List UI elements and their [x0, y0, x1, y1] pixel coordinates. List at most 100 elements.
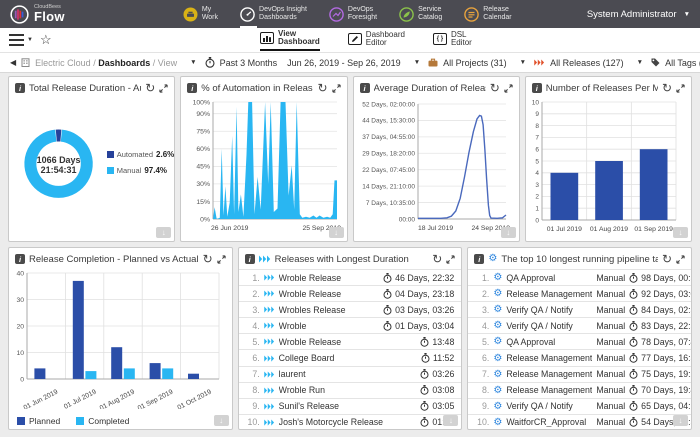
refresh-icon[interactable]: ↻ [662, 253, 672, 265]
info-icon[interactable]: i [15, 83, 25, 93]
item-name[interactable]: Wroble Release [279, 273, 341, 283]
list-item[interactable]: 1.⚙QA ApprovalManual98 Days, 00:59 [468, 269, 691, 285]
tab-dsl-editor[interactable]: { } DSLEditor [433, 31, 472, 50]
user-menu[interactable]: System Administrator ▼ [587, 9, 690, 20]
refresh-icon[interactable]: ↻ [432, 253, 442, 265]
drilldown-arrow-icon[interactable]: ↓ [673, 227, 688, 238]
tab-dashboard-editor[interactable]: DashboardEditor [348, 31, 405, 50]
expand-icon[interactable] [159, 84, 168, 93]
item-name[interactable]: Release Management [506, 369, 592, 379]
chevron-down-icon[interactable]: ▼ [190, 59, 196, 66]
item-name[interactable]: Wroble Release [279, 337, 341, 347]
list-item[interactable]: 10.Josh's Motorcycle Release01:35 [239, 414, 462, 430]
nav-my-work[interactable]: MyWork [183, 6, 218, 22]
refresh-icon[interactable]: ↻ [203, 253, 213, 265]
menu-caret-icon[interactable]: ▼ [27, 37, 33, 43]
list-item[interactable]: 3.Wrobles Release03 Days, 03:26 [239, 301, 462, 317]
projects-filter[interactable]: All Projects (31) [443, 58, 507, 68]
expand-icon[interactable] [332, 84, 341, 93]
breadcrumb-project: Electric Cloud [35, 58, 91, 68]
list-item[interactable]: 6.College Board11:52 [239, 349, 462, 365]
nav-devops-foresight[interactable]: DevOpsForesight [329, 6, 377, 22]
refresh-icon[interactable]: ↻ [662, 82, 672, 94]
time-preset[interactable]: Past 3 Months [220, 58, 278, 68]
refresh-icon[interactable]: ↻ [145, 82, 155, 94]
rank: 4. [475, 321, 489, 331]
item-name[interactable]: QA Approval [506, 337, 592, 347]
collapse-left-icon[interactable]: ◀ [10, 58, 16, 67]
expand-icon[interactable] [676, 84, 685, 93]
refresh-icon[interactable]: ↻ [317, 82, 327, 94]
info-icon[interactable]: i [15, 254, 25, 264]
expand-icon[interactable] [504, 84, 513, 93]
list-item[interactable]: 9.Sunil's Release03:05 [239, 398, 462, 414]
breadcrumb[interactable]: Electric Cloud / Dashboards / View [35, 58, 177, 68]
item-name[interactable]: Wroble Run [279, 385, 325, 395]
date-range[interactable]: Jun 26, 2019 - Sep 26, 2019 [287, 58, 401, 68]
info-icon[interactable]: i [187, 83, 197, 93]
item-name[interactable]: Release Management [506, 353, 592, 363]
drilldown-arrow-icon[interactable]: ↓ [156, 227, 171, 238]
list-item[interactable]: 4.⚙Verify QA / NotifyManual83 Days, 22:5… [468, 317, 691, 333]
item-name[interactable]: Josh's Motorcycle Release [279, 417, 383, 427]
list-item[interactable]: 7.⚙Release ManagementManual75 Days, 19:2… [468, 366, 691, 382]
item-name[interactable]: Sunil's Release [279, 401, 339, 411]
expand-icon[interactable] [217, 255, 226, 264]
list-item[interactable]: 2.⚙Release ManagementManual92 Days, 03:0… [468, 285, 691, 301]
chevron-down-icon[interactable]: ▼ [637, 59, 643, 66]
list-item[interactable]: 10.⚙WaitforCR_ApprovalManual54 Days, 22:… [468, 414, 691, 430]
list-item[interactable]: 6.⚙Release ManagementManual77 Days, 16:3… [468, 349, 691, 365]
drilldown-arrow-icon[interactable]: ↓ [501, 227, 516, 238]
drilldown-arrow-icon[interactable]: ↓ [329, 227, 344, 238]
list-item[interactable]: 1.Wroble Release46 Days, 22:32 [239, 269, 462, 285]
favorite-star-icon[interactable]: ☆ [40, 32, 52, 48]
building-icon [21, 58, 30, 67]
list-item[interactable]: 4.Wroble01 Days, 03:04 [239, 317, 462, 333]
dashboard: i Total Release Duration - Automated ...… [0, 73, 700, 430]
expand-icon[interactable] [446, 255, 455, 264]
item-name[interactable]: Wroble [279, 321, 307, 331]
item-name[interactable]: Release Management [506, 289, 592, 299]
item-name[interactable]: WaitforCR_Approval [506, 417, 592, 427]
list-item[interactable]: 7.laurent03:26 [239, 366, 462, 382]
drilldown-arrow-icon[interactable]: ↓ [673, 415, 688, 426]
item-name[interactable]: Wrobles Release [279, 305, 346, 315]
svg-text:37 Days, 04:55:00: 37 Days, 04:55:00 [362, 134, 415, 141]
item-name[interactable]: Release Management [506, 385, 592, 395]
item-name[interactable]: Verify QA / Notify [506, 321, 592, 331]
nav-service-catalog[interactable]: ServiceCatalog [399, 6, 442, 22]
list-item[interactable]: 9.⚙Verify QA / NotifyManual65 Days, 04:1… [468, 398, 691, 414]
nav-devops-insight-dashboards[interactable]: DevOps InsightDashboards [240, 6, 307, 22]
list-item[interactable]: 8.⚙Release ManagementManual70 Days, 19:4… [468, 382, 691, 398]
drilldown-arrow-icon[interactable]: ↓ [214, 415, 229, 426]
tab-view-dashboard[interactable]: ViewDashboard [260, 30, 320, 51]
drilldown-arrow-icon[interactable]: ↓ [443, 415, 458, 426]
info-icon[interactable]: i [532, 83, 542, 93]
item-name[interactable]: laurent [279, 369, 306, 379]
item-name[interactable]: Verify QA / Notify [506, 305, 592, 315]
stopwatch-icon [420, 401, 429, 411]
list-item[interactable]: 5.⚙QA ApprovalManual78 Days, 07:47 [468, 333, 691, 349]
item-name[interactable]: College Board [279, 353, 335, 363]
nav-release-calendar[interactable]: ReleaseCalendar [464, 6, 511, 22]
item-name[interactable]: Verify QA / Notify [506, 401, 592, 411]
info-icon[interactable]: i [474, 254, 484, 264]
info-icon[interactable]: i [245, 254, 255, 264]
tags-filter[interactable]: All Tags (17) [665, 58, 700, 68]
chevron-down-icon[interactable]: ▼ [520, 59, 526, 66]
item-name[interactable]: Wroble Release [279, 289, 341, 299]
refresh-icon[interactable]: ↻ [490, 82, 500, 94]
list-item[interactable]: 8.Wroble Run03:08 [239, 382, 462, 398]
braces-icon: { } [433, 33, 447, 45]
item-name[interactable]: QA Approval [506, 273, 592, 283]
list-item[interactable]: 2.Wroble Release04 Days, 23:18 [239, 285, 462, 301]
list-item[interactable]: 5.Wroble Release13:48 [239, 333, 462, 349]
expand-icon[interactable] [676, 255, 685, 264]
chevron-down-icon[interactable]: ▼ [414, 59, 420, 66]
app-logo[interactable]: CloudBees Flow [10, 5, 65, 24]
list-item[interactable]: 3.⚙Verify QA / NotifyManual84 Days, 02:3… [468, 301, 691, 317]
releases-filter[interactable]: All Releases (127) [550, 58, 624, 68]
info-icon[interactable]: i [360, 83, 370, 93]
hamburger-menu-icon[interactable] [9, 34, 24, 47]
rank: 5. [475, 337, 489, 347]
